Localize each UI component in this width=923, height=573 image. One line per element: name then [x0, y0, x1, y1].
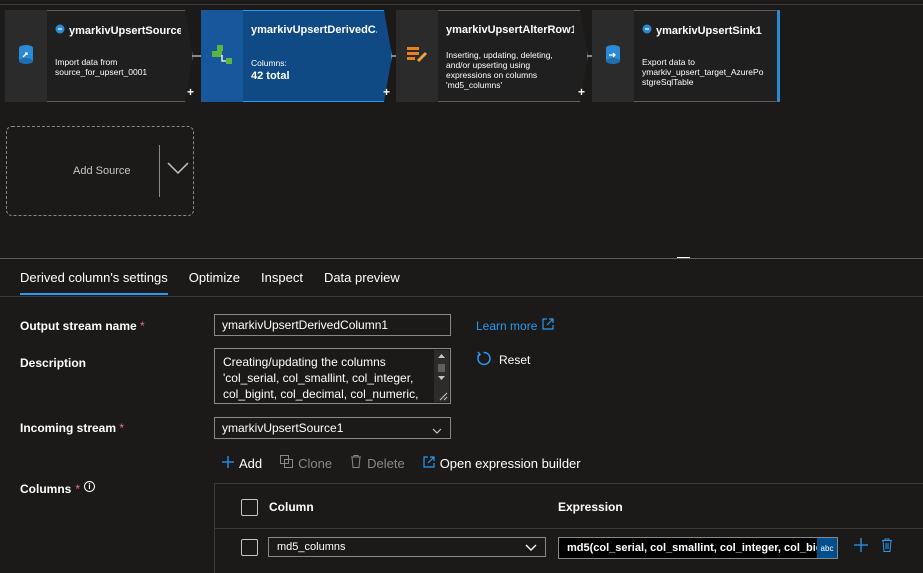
trash-icon[interactable]: [881, 538, 893, 557]
sink-tile: [592, 10, 634, 102]
learn-more-link[interactable]: Learn more: [476, 318, 554, 333]
connector-1: [192, 55, 201, 57]
columns-toolbar: Add Clone Delete Open expression builder: [222, 455, 581, 471]
columns-label: Columns * i: [20, 480, 96, 496]
add-row-icon[interactable]: [854, 538, 868, 557]
add-after-derived-button[interactable]: +: [383, 85, 390, 99]
tab-data-preview[interactable]: Data preview: [324, 270, 400, 295]
open-expression-builder-button[interactable]: Open expression builder: [423, 455, 581, 471]
sink-title: ymarkivUpsertSink1: [642, 24, 770, 37]
column-name-select[interactable]: md5_columns: [268, 537, 546, 557]
canvas-top-border: [0, 4, 923, 5]
row-checkbox[interactable]: [241, 539, 258, 556]
chevron-down-icon: [525, 543, 537, 555]
alter-title: ymarkivUpsertAlterRow1: [446, 24, 574, 36]
sink-description: Export data to ymarkiv_upsert_target_Azu…: [642, 57, 764, 87]
alter-description: Inserting, updating, deleting, and/or up…: [446, 50, 553, 90]
sink-body: ymarkivUpsertSink1 Export data to ymarki…: [634, 10, 776, 102]
derived-tile: [201, 10, 243, 102]
source-small-icon: [55, 24, 65, 37]
sink-small-icon: [642, 24, 652, 37]
add-source-button[interactable]: Add Source: [6, 126, 194, 216]
select-all-checkbox[interactable]: [241, 499, 258, 516]
tab-derived-column-settings[interactable]: Derived column's settings: [20, 270, 168, 295]
derived-title: ymarkivUpsertDerivedC...: [251, 24, 377, 36]
settings-tabs: Derived column's settings Optimize Inspe…: [20, 270, 400, 295]
description-textarea[interactable]: Creating/updating the columns 'col_seria…: [214, 348, 451, 404]
grid-header-divider: [214, 528, 923, 529]
grid-top-border: [214, 483, 923, 484]
add-source-label: Add Source: [73, 165, 131, 177]
output-stream-input[interactable]: [214, 314, 451, 336]
chevron-down-icon[interactable]: [167, 161, 189, 180]
column-header: Column: [269, 500, 314, 514]
source-body: ymarkivUpsertSource1 Import data from so…: [47, 10, 187, 102]
required-mark: *: [75, 482, 81, 496]
flow-node-derived-column[interactable]: ymarkivUpsertDerivedC... Columns: 42 tot…: [201, 10, 392, 102]
chevron-down-icon: [432, 424, 442, 438]
source-description: Import data from source_for_upsert_0001: [55, 57, 148, 77]
derived-column-icon: [211, 43, 233, 70]
required-mark: *: [140, 319, 145, 333]
add-source-divider: [159, 145, 160, 197]
panel-top-border: [0, 258, 923, 259]
add-column-button[interactable]: Add: [222, 455, 262, 471]
tab-inspect[interactable]: Inspect: [261, 270, 303, 295]
delete-column-button[interactable]: Delete: [350, 455, 405, 471]
reset-button[interactable]: Reset: [476, 351, 530, 369]
flow-node-source[interactable]: ymarkivUpsertSource1 Import data from so…: [5, 10, 193, 102]
flow-node-sink[interactable]: ymarkivUpsertSink1 Export data to ymarki…: [592, 10, 780, 102]
trash-icon: [350, 455, 362, 471]
alter-tile: [396, 10, 438, 102]
clone-column-button[interactable]: Clone: [280, 455, 332, 471]
flow-node-alter-row[interactable]: ymarkivUpsertAlterRow1 Inserting, updati…: [396, 10, 588, 102]
source-icon: [18, 44, 34, 69]
alter-body: ymarkivUpsertAlterRow1 Inserting, updati…: [438, 10, 580, 102]
derived-stat: 42 total: [251, 70, 290, 82]
type-badge: abc: [817, 538, 837, 558]
expression-header: Expression: [558, 500, 623, 514]
derived-description: Columns:: [251, 58, 287, 68]
output-stream-label: Output stream name *: [20, 319, 145, 333]
clone-icon: [280, 455, 294, 471]
description-text: Creating/updating the columns 'col_seria…: [223, 355, 419, 401]
info-icon[interactable]: i: [84, 480, 96, 492]
required-mark: *: [119, 421, 125, 435]
external-link-icon: [423, 455, 435, 471]
plus-icon: [222, 455, 234, 471]
external-link-icon: [542, 318, 554, 333]
sink-icon: [605, 44, 621, 69]
source-title: ymarkivUpsertSource1: [55, 24, 181, 37]
dataflow-canvas[interactable]: ymarkivUpsertSource1 Import data from so…: [0, 0, 923, 259]
add-after-source-button[interactable]: +: [187, 85, 194, 99]
incoming-stream-label: Incoming stream *: [20, 421, 125, 435]
description-scrollbar[interactable]: [434, 350, 449, 402]
description-label: Description: [20, 356, 87, 370]
source-tile: [5, 10, 47, 102]
tab-optimize[interactable]: Optimize: [189, 270, 240, 295]
reset-icon: [476, 351, 491, 369]
add-after-alter-button[interactable]: +: [578, 85, 585, 99]
tabs-divider: [0, 296, 923, 297]
expression-input[interactable]: md5(col_serial, col_smallint, col_intege…: [558, 537, 838, 559]
incoming-stream-select[interactable]: ymarkivUpsertSource1: [214, 417, 451, 439]
alter-row-icon: [407, 46, 427, 67]
derived-body: ymarkivUpsertDerivedC... Columns: 42 tot…: [243, 10, 383, 102]
